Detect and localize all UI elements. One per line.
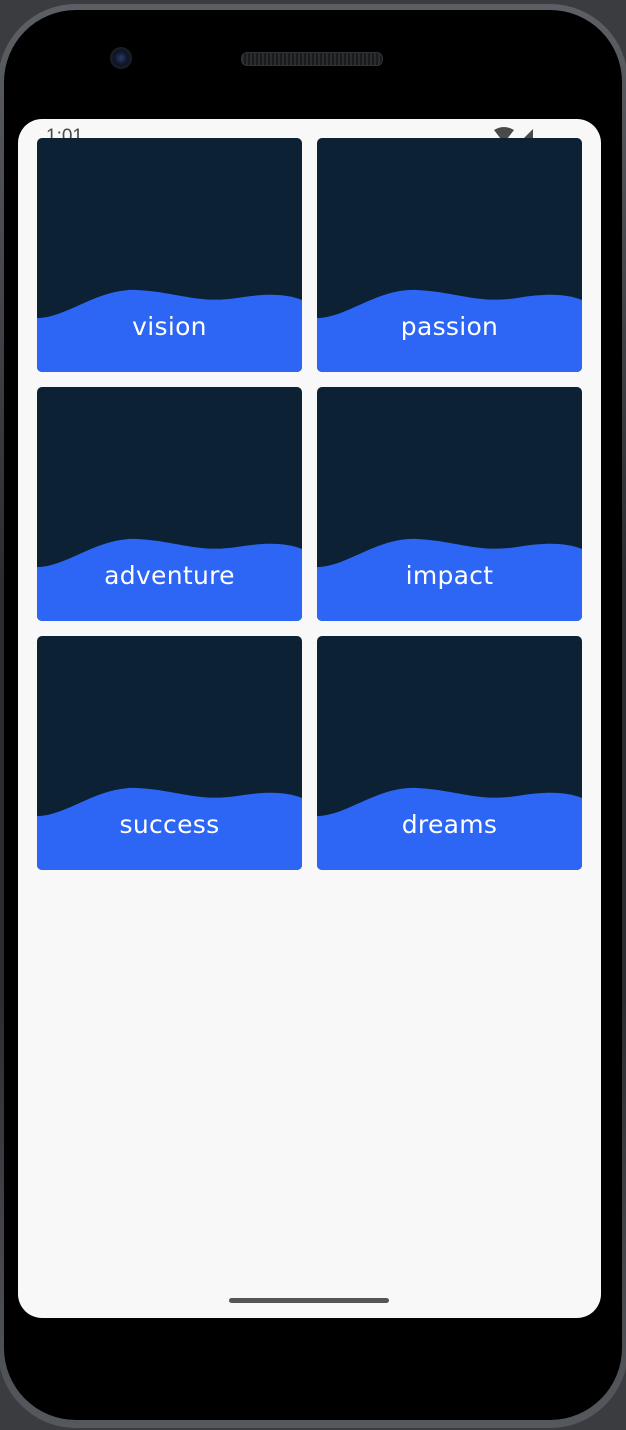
- home-indicator[interactable]: [229, 1298, 389, 1303]
- tile-label: dreams: [401, 810, 498, 839]
- phone-device: 1:01 vision passion adventure impact suc…: [0, 0, 626, 1430]
- tile-impact[interactable]: impact: [317, 387, 582, 621]
- app-screen: 1:01 vision passion adventure impact suc…: [18, 119, 601, 1318]
- earpiece-speaker: [241, 52, 383, 66]
- tile-label: success: [119, 810, 220, 839]
- tile-vision[interactable]: vision: [37, 138, 302, 372]
- tile-label: impact: [405, 561, 494, 590]
- tile-passion[interactable]: passion: [317, 138, 582, 372]
- tile-dreams[interactable]: dreams: [317, 636, 582, 870]
- tile-label: passion: [400, 312, 499, 341]
- tile-label: vision: [132, 312, 207, 341]
- front-camera: [110, 47, 132, 69]
- tile-success[interactable]: success: [37, 636, 302, 870]
- tile-label: adventure: [104, 561, 235, 590]
- tile-adventure[interactable]: adventure: [37, 387, 302, 621]
- tile-grid: vision passion adventure impact success …: [37, 138, 582, 870]
